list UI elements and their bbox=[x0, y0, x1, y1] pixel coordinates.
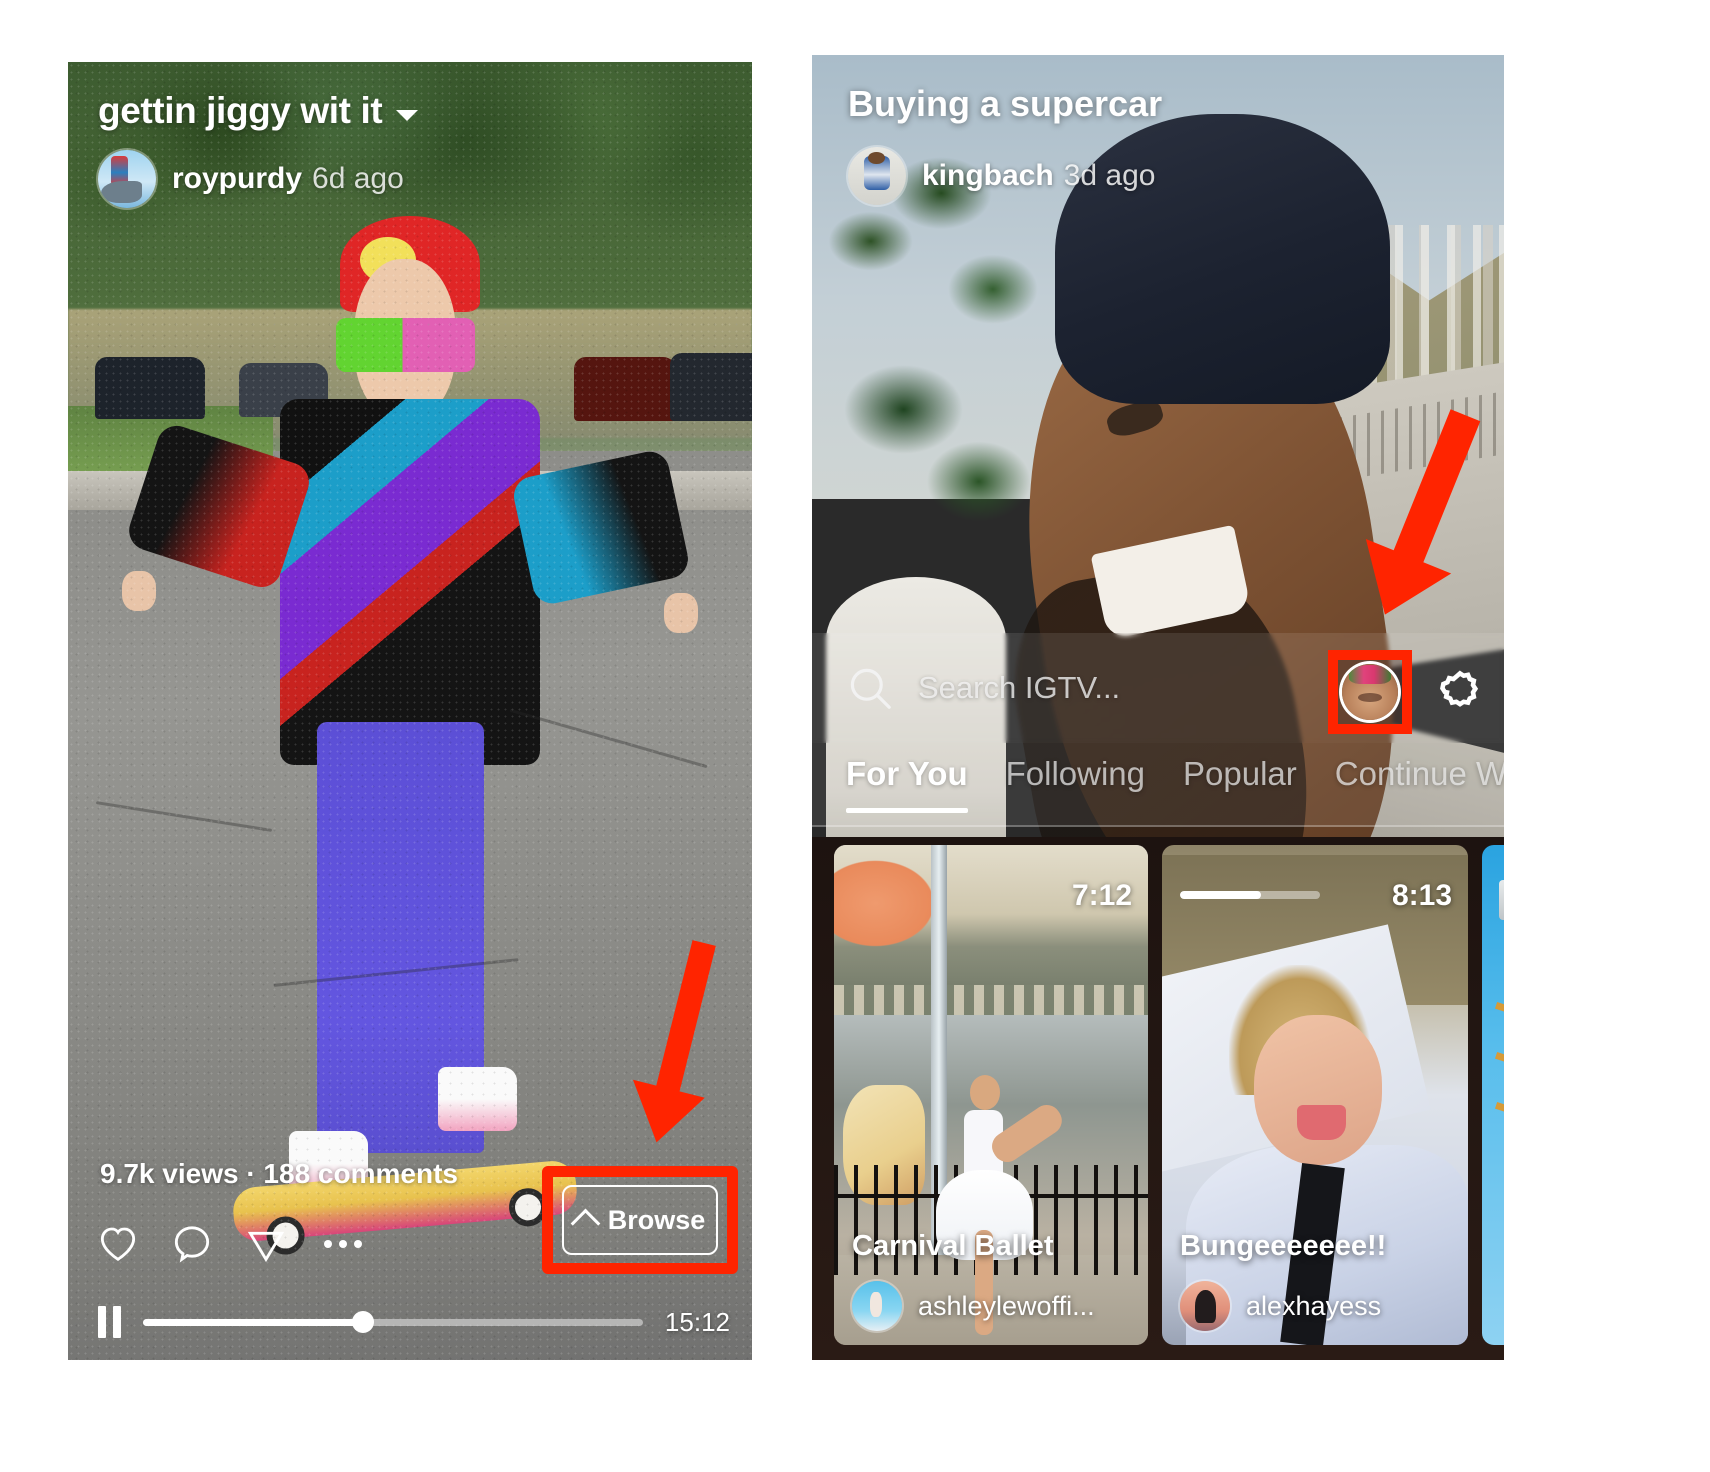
tower-arm bbox=[1495, 1051, 1504, 1086]
profile-avatar-highlight bbox=[1328, 650, 1412, 734]
view-and-comment-stats: 9.7k views · 188 comments bbox=[100, 1158, 458, 1189]
card-progress-fill bbox=[1180, 891, 1262, 899]
video-card[interactable]: 8:13 Bungeeeeeee!! alexhayess bbox=[1162, 845, 1468, 1345]
author-username[interactable]: kingbach bbox=[922, 159, 1054, 192]
carousel-fringe bbox=[834, 985, 1148, 1015]
browse-button-highlight: Browse bbox=[542, 1166, 738, 1274]
avatar[interactable] bbox=[1180, 1281, 1230, 1331]
gear-icon[interactable] bbox=[1434, 666, 1486, 718]
send-icon[interactable] bbox=[246, 1224, 286, 1264]
tab-popular[interactable]: Popular bbox=[1183, 755, 1297, 813]
seek-bar-handle[interactable] bbox=[351, 1311, 374, 1333]
heart-icon[interactable] bbox=[98, 1225, 138, 1263]
tab-following[interactable]: Following bbox=[1006, 755, 1145, 813]
card-thumbnail bbox=[1162, 845, 1468, 1345]
card-username[interactable]: alexhayess bbox=[1246, 1291, 1381, 1322]
card-duration: 7:12 bbox=[1071, 879, 1132, 912]
tab-for-you[interactable]: For You bbox=[846, 755, 968, 813]
head bbox=[1253, 1015, 1383, 1165]
header-icon-group bbox=[1328, 650, 1486, 734]
head bbox=[969, 1075, 1001, 1110]
card-author-row[interactable]: ashleylewoffi... bbox=[852, 1281, 1095, 1331]
video-title: gettin jiggy wit it bbox=[98, 90, 419, 132]
video-title: Buying a supercar bbox=[848, 83, 1163, 124]
card-thumbnail: CITY bbox=[1482, 845, 1504, 1345]
chevron-down-icon[interactable] bbox=[396, 109, 419, 121]
seek-bar[interactable] bbox=[143, 1311, 643, 1333]
card-duration: 8:13 bbox=[1391, 879, 1452, 912]
author-username[interactable]: roypurdy bbox=[172, 162, 302, 195]
browse-button-label: Browse bbox=[607, 1204, 706, 1235]
screenshot-canvas: gettin jiggy wit it roypurdy 6d ago 9.7k … bbox=[0, 0, 1710, 1472]
author-name-wrap: roypurdy 6d ago bbox=[172, 162, 404, 196]
tower-arm bbox=[1495, 1101, 1504, 1136]
chevron-up-icon bbox=[570, 1208, 601, 1238]
card-author-row[interactable]: alexhayess bbox=[1180, 1281, 1381, 1331]
seek-bar-progress bbox=[143, 1318, 363, 1326]
video-duration: 15:12 bbox=[664, 1306, 730, 1337]
card-title: Carnival Ballet bbox=[852, 1230, 1054, 1262]
tab-continue-watching[interactable]: Continue W bbox=[1335, 755, 1504, 813]
card-username[interactable]: ashleylewoffi... bbox=[918, 1291, 1095, 1322]
card-thumbnail bbox=[834, 845, 1148, 1345]
extended-leg bbox=[986, 1099, 1068, 1168]
search-icon bbox=[846, 664, 894, 712]
comment-icon[interactable] bbox=[172, 1224, 212, 1264]
category-tabs: For You Following Popular Continue W bbox=[812, 743, 1504, 827]
avatar[interactable] bbox=[848, 147, 906, 205]
author-name-wrap: kingbach 3d ago bbox=[922, 159, 1155, 193]
card-title: Bungeeeeeee!! bbox=[1180, 1230, 1387, 1262]
action-bar bbox=[98, 1224, 366, 1264]
video-title-text: gettin jiggy wit it bbox=[98, 90, 383, 131]
avatar[interactable] bbox=[852, 1281, 902, 1331]
search-input[interactable]: Search IGTV... bbox=[918, 670, 1120, 706]
profile-avatar-icon[interactable] bbox=[1342, 664, 1398, 720]
video-card[interactable]: 7:12 Carnival Ballet ashleylewoffi... bbox=[834, 845, 1148, 1345]
avatar[interactable] bbox=[98, 150, 156, 208]
pause-icon[interactable] bbox=[98, 1306, 121, 1338]
igtv-browse-screen: Buying a supercar kingbach 3d ago Search … bbox=[812, 55, 1504, 1360]
author-row[interactable]: roypurdy 6d ago bbox=[98, 150, 404, 208]
mouth bbox=[1296, 1105, 1346, 1140]
tower-arm bbox=[1495, 1001, 1504, 1036]
video-card[interactable]: CITY bbox=[1482, 845, 1504, 1345]
igtv-player-screen: gettin jiggy wit it roypurdy 6d ago 9.7k … bbox=[68, 62, 752, 1360]
more-options-icon[interactable] bbox=[320, 1240, 366, 1248]
card-progress-bar bbox=[1180, 891, 1320, 899]
post-age: 6d ago bbox=[312, 162, 404, 195]
video-card-shelf[interactable]: 7:12 Carnival Ballet ashleylewoffi... 8:… bbox=[812, 837, 1504, 1360]
author-row[interactable]: kingbach 3d ago bbox=[848, 147, 1155, 205]
post-age: 3d ago bbox=[1063, 159, 1156, 192]
player-controls: 15:12 bbox=[98, 1306, 730, 1338]
browse-button[interactable]: Browse bbox=[562, 1185, 718, 1255]
